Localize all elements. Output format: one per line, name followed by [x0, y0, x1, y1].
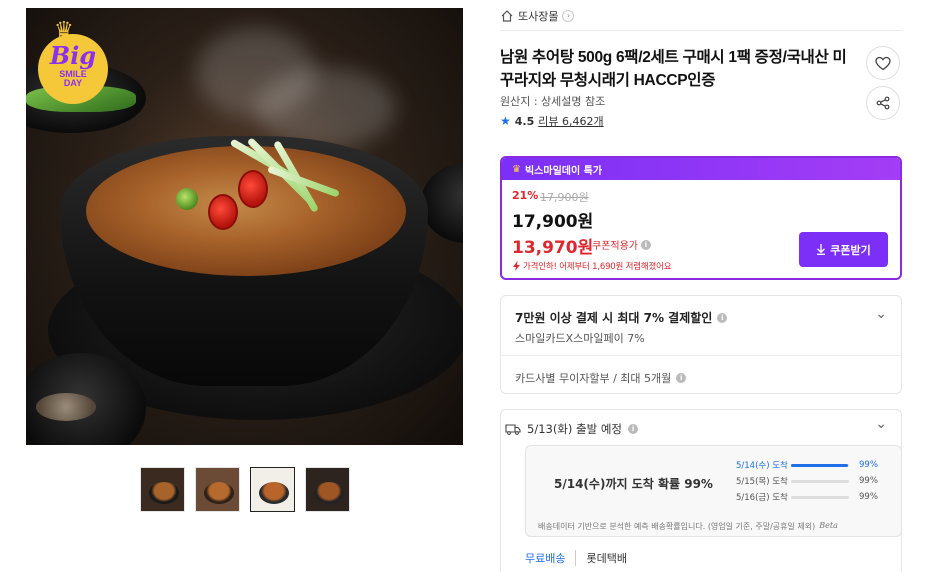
- home-icon: [501, 10, 513, 22]
- probability-percent: 99%: [859, 460, 878, 470]
- origin-info: 원산지 : 상세설명 참조: [500, 95, 606, 108]
- rating: ★ 4.5 리뷰 6,462개: [500, 113, 604, 129]
- forecast-message: 5/14(수)까지 도착 확률 99%: [554, 477, 713, 491]
- info-icon[interactable]: i: [676, 373, 687, 383]
- deal-box: ♛ 빅스마일데이 특가 21% 17,900원 17,900원 13,970원 …: [500, 156, 902, 280]
- price-drop-text: 가격인하! 어제부터 1,690원 저렴해졌어요: [523, 262, 672, 272]
- chevron-right-icon: ›: [562, 10, 575, 22]
- discount-rate: 21%: [512, 189, 539, 202]
- probability-day: 5/16(금) 도착: [736, 493, 788, 503]
- shipping-box: 5/13(화) 출발 예정 i ⌄ 5/14(수)까지 도착 확률 99% 5/…: [500, 409, 902, 572]
- payment-discount-box[interactable]: 7만원 이상 결제 시 최대 7% 결제할인 i ⌄ 스마일카드X스마일페이 7…: [500, 295, 902, 394]
- info-icon[interactable]: i: [628, 424, 639, 434]
- shipping-methods: 무료배송 롯데택배: [525, 550, 627, 566]
- probability-row: 5/14(수) 도착 99%: [736, 459, 878, 471]
- thumbnail-bowl: [259, 482, 289, 504]
- installment-info: 카드사별 무이자할부 / 최대 5개월 i: [515, 370, 687, 386]
- badge-sub-line: DAY: [63, 78, 83, 89]
- coupon-price-label[interactable]: 쿠폰적용가 i: [592, 237, 651, 252]
- probability-day: 5/14(수) 도착: [736, 461, 788, 471]
- red-chili: [238, 170, 268, 208]
- get-coupon-button[interactable]: 쿠폰받기: [799, 232, 888, 267]
- review-count-link[interactable]: 리뷰 6,462개: [538, 113, 603, 129]
- installment-label: 카드사별 무이자할부 / 최대 5개월: [515, 372, 672, 385]
- rating-score: 4.5: [514, 114, 535, 128]
- probability-percent: 99%: [859, 492, 878, 502]
- info-icon[interactable]: i: [641, 239, 651, 250]
- forecast-note: 배송데이터 기반으로 분석한 예측 배송확률입니다. (영업일 기준, 주말/공…: [538, 521, 838, 532]
- divider: [501, 355, 901, 356]
- deal-body: 21% 17,900원 17,900원 13,970원 쿠폰적용가 i 가격인하…: [502, 180, 900, 278]
- product-main-image: ♛ Big SMILE DAY: [26, 8, 463, 445]
- badge-title: Big: [49, 41, 97, 70]
- product-details: 또사장몰 › 남원 추어탕 500g 6팩/2세트 구매시 1팩 증정/국내산 …: [500, 0, 902, 572]
- soup: [86, 146, 406, 276]
- badge-subtitle: SMILE DAY: [36, 69, 110, 89]
- get-coupon-label: 쿠폰받기: [830, 243, 871, 257]
- probability-row: 5/15(목) 도착 99%: [736, 475, 878, 487]
- star-icon: ★: [500, 114, 511, 128]
- payment-discount-title: 7만원 이상 결제 시 최대 7% 결제할인 i: [515, 309, 728, 326]
- info-icon[interactable]: i: [717, 312, 728, 323]
- original-price: 17,900원: [540, 191, 589, 204]
- chevron-down-icon[interactable]: ⌄: [875, 416, 887, 432]
- share-button[interactable]: [866, 86, 900, 120]
- payment-discount-label: 7만원 이상 결제 시 최대 7% 결제할인: [515, 311, 713, 325]
- download-icon: [817, 244, 826, 255]
- heart-icon: [875, 56, 891, 70]
- probability-row: 5/16(금) 도착 99%: [736, 491, 878, 503]
- wishlist-button[interactable]: [866, 46, 900, 80]
- probability-percent: 99%: [859, 476, 878, 486]
- crown-icon: ♛: [54, 18, 74, 43]
- divider: [500, 30, 902, 31]
- deal-header-label: 빅스마일데이 특가: [524, 165, 603, 177]
- red-chili: [208, 194, 238, 230]
- thumbnail-bowl: [314, 482, 344, 504]
- thumbnail-bowl: [204, 482, 234, 504]
- crown-icon: ♛: [512, 163, 521, 175]
- coupon-label-text: 쿠폰적용가: [592, 241, 638, 252]
- big-smile-day-badge: ♛ Big SMILE DAY: [36, 18, 112, 104]
- product-thumbnail[interactable]: [250, 467, 295, 512]
- perilla-powder: [36, 393, 96, 421]
- product-thumbnail[interactable]: [140, 467, 185, 512]
- product-thumbnail[interactable]: [195, 467, 240, 512]
- probability-day: 5/15(목) 도착: [736, 477, 788, 487]
- forecast-note-text: 배송데이터 기반으로 분석한 예측 배송확률입니다. (영업일 기준, 주말/공…: [538, 522, 816, 531]
- price-drop-notice: 가격인하! 어제부터 1,690원 저렴해졌어요: [512, 260, 672, 272]
- carrier-label: 롯데택배: [575, 550, 627, 566]
- share-icon: [876, 96, 890, 110]
- probability-fill: [791, 463, 849, 467]
- product-thumbnail[interactable]: [305, 467, 350, 512]
- lightning-icon: [513, 261, 520, 271]
- probability-bar: [791, 495, 849, 499]
- probability-bar: [791, 479, 849, 483]
- breadcrumb[interactable]: 또사장몰 ›: [500, 8, 575, 24]
- chevron-down-icon[interactable]: ⌄: [875, 306, 887, 322]
- truck-icon: [505, 424, 521, 435]
- thumbnail-bowl: [149, 482, 179, 504]
- shipping-title[interactable]: 5/13(화) 출발 예정 i: [505, 421, 639, 437]
- probability-bar: [791, 463, 849, 467]
- side-bowl: [421, 163, 463, 243]
- product-title: 남원 추어탕 500g 6팩/2세트 구매시 1팩 증정/국내산 미꾸라지와 무…: [500, 49, 847, 89]
- delivery-forecast: 5/14(수)까지 도착 확률 99% 5/14(수) 도착 99% 5/15(목)…: [525, 445, 902, 537]
- green-chili: [176, 188, 198, 210]
- beta-label: Beta: [819, 521, 838, 530]
- free-shipping-label: 무료배송: [525, 552, 566, 565]
- deal-header: ♛ 빅스마일데이 특가: [502, 158, 900, 180]
- coupon-price: 13,970원: [512, 238, 594, 258]
- sale-price: 17,900원: [512, 212, 594, 232]
- payment-discount-detail: 스마일카드X스마일페이 7%: [515, 332, 645, 345]
- shipping-date-label: 5/13(화) 출발 예정: [527, 422, 623, 436]
- thumbnail-list: [140, 467, 350, 512]
- category-label: 또사장몰: [518, 10, 559, 23]
